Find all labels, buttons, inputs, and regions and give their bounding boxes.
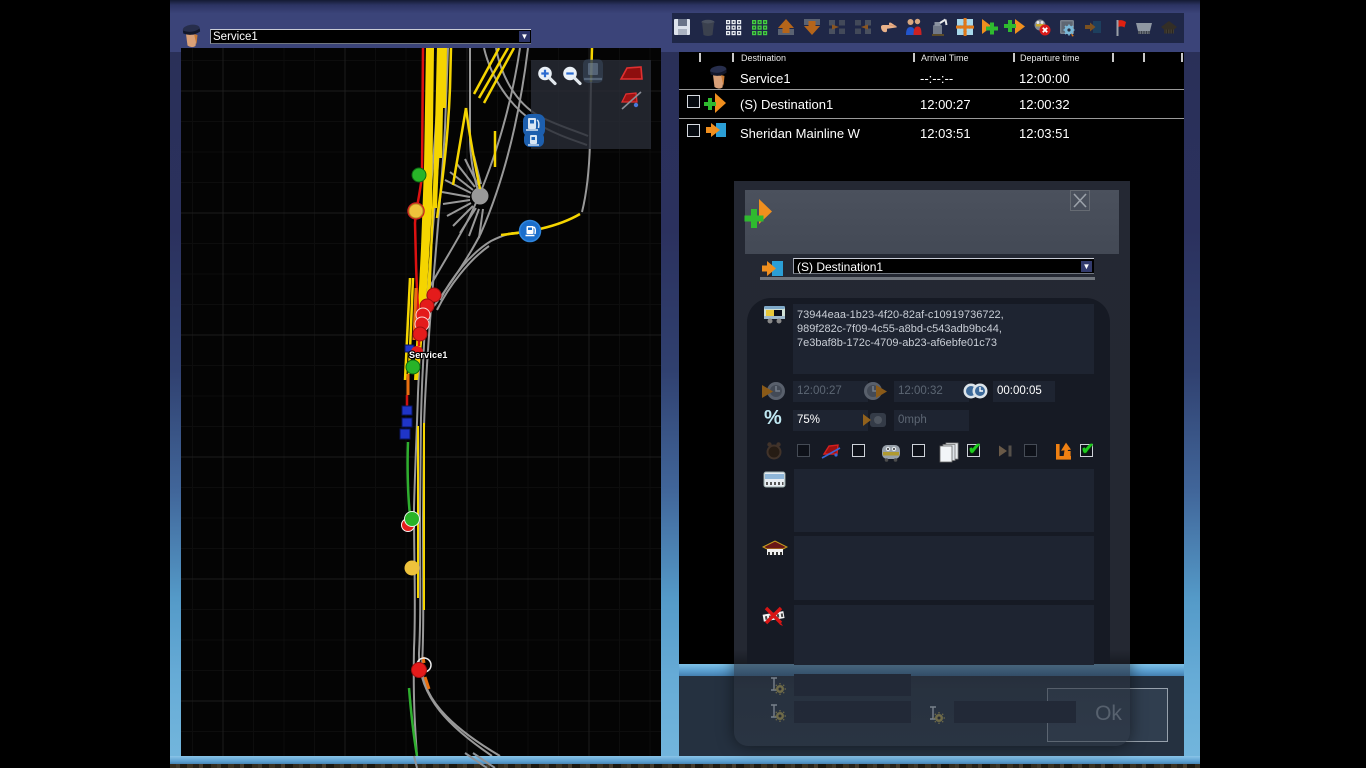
svg-text:Service1: Service1 [409,350,448,360]
